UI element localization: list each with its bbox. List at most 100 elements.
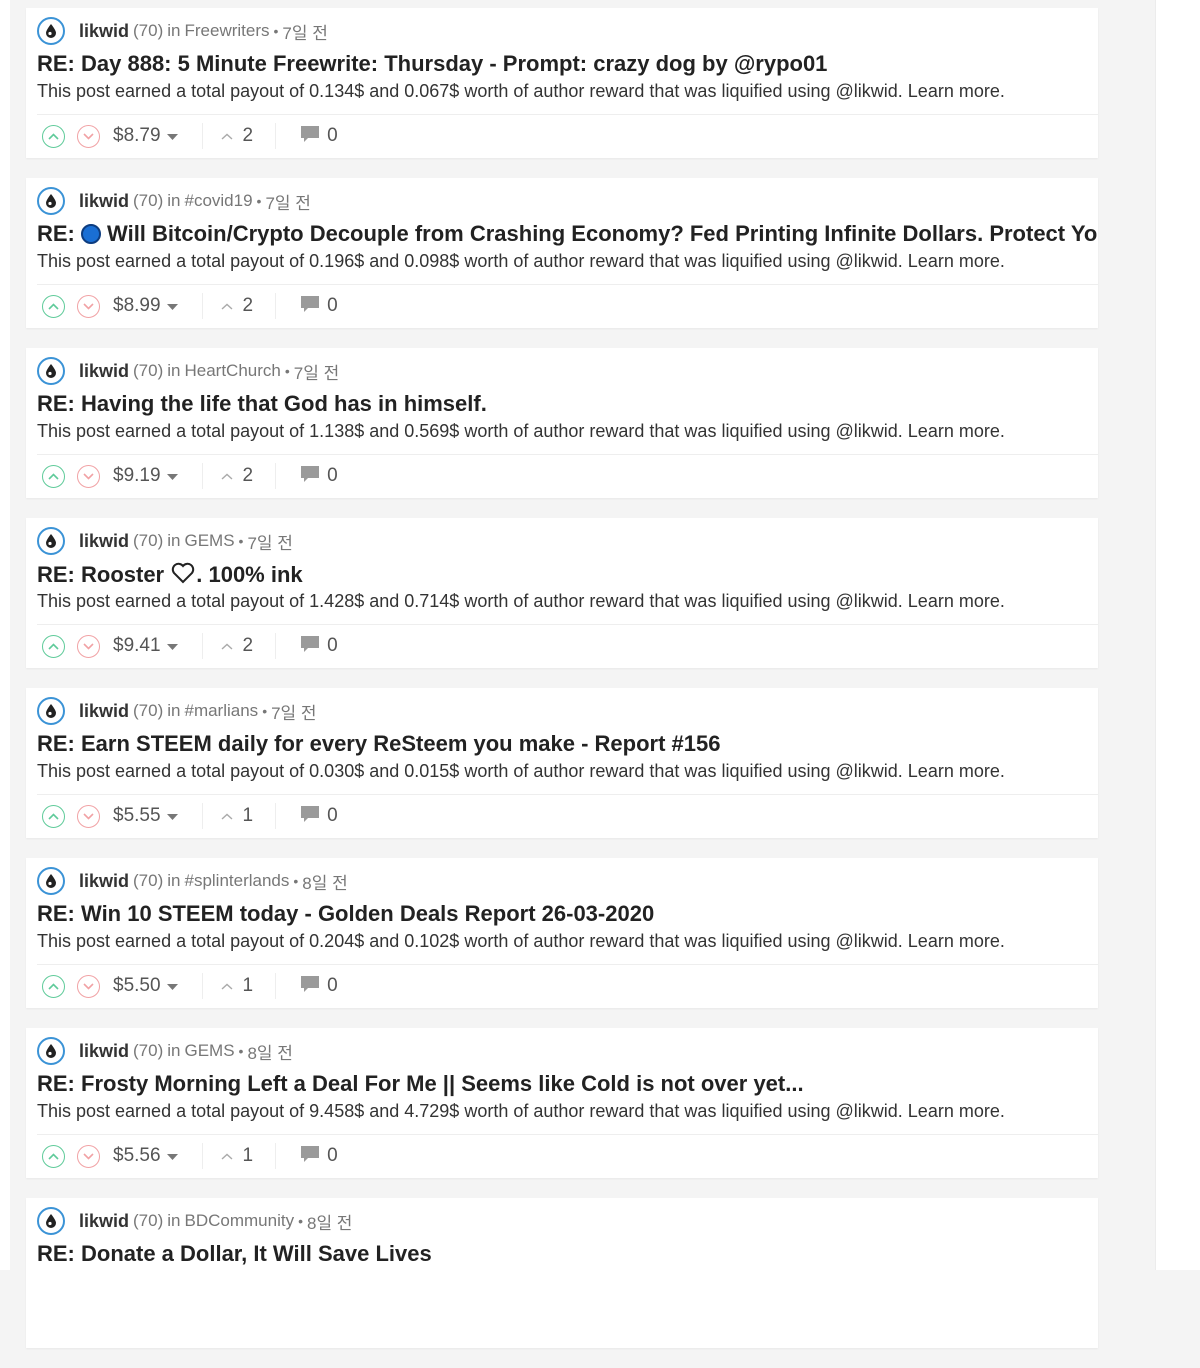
timestamp[interactable]: 7일 전	[282, 19, 327, 44]
community-link[interactable]: #splinterlands	[184, 871, 289, 891]
timestamp[interactable]: 7일 전	[247, 529, 292, 554]
community-link[interactable]: HeartChurch	[184, 361, 280, 381]
community-link[interactable]: BDCommunity	[184, 1211, 294, 1231]
timestamp[interactable]: 8일 전	[302, 869, 347, 894]
drop-logo-icon[interactable]	[37, 697, 65, 725]
payout-value[interactable]: $9.19	[113, 465, 161, 487]
community-link[interactable]: GEMS	[184, 1041, 234, 1061]
right-panel	[1155, 0, 1200, 1270]
community-link[interactable]: Freewriters	[184, 21, 269, 41]
comments-button[interactable]: 0	[300, 1145, 338, 1168]
voters-button[interactable]: 1	[221, 975, 253, 997]
post-title[interactable]: RE: Earn STEEM daily for every ReSteem y…	[37, 731, 720, 757]
post-title[interactable]: RE: Win 10 STEEM today - Golden Deals Re…	[37, 901, 654, 927]
chevron-up-circle-icon[interactable]	[42, 804, 65, 828]
chevron-up-circle-icon[interactable]	[42, 464, 65, 488]
timestamp[interactable]: 7일 전	[265, 189, 310, 214]
post-summary[interactable]: This post earned a total payout of 0.196…	[37, 251, 1005, 272]
payout-value[interactable]: $5.50	[113, 975, 161, 997]
footer-separator	[275, 803, 277, 829]
drop-logo-icon[interactable]	[37, 187, 65, 215]
timestamp[interactable]: 8일 전	[307, 1209, 352, 1234]
voters-button[interactable]: 2	[221, 635, 253, 657]
post-summary[interactable]: This post earned a total payout of 0.134…	[37, 81, 1005, 102]
community-link[interactable]: #covid19	[184, 191, 252, 211]
author-link[interactable]: likwid	[79, 361, 129, 382]
community-link[interactable]: GEMS	[184, 531, 234, 551]
post-summary[interactable]: This post earned a total payout of 1.138…	[37, 421, 1005, 442]
comments-button[interactable]: 0	[300, 295, 338, 318]
chevron-down-circle-icon[interactable]	[77, 1144, 100, 1168]
voters-button[interactable]: 1	[221, 805, 254, 827]
post-title[interactable]: RE: Having the life that God has in hims…	[37, 391, 487, 417]
drop-logo-icon[interactable]	[37, 357, 65, 385]
chevron-up-circle-icon[interactable]	[42, 294, 65, 318]
comments-button[interactable]: 0	[300, 805, 338, 828]
post-summary[interactable]: This post earned a total payout of 0.204…	[37, 931, 1005, 952]
drop-logo-icon[interactable]	[37, 527, 65, 555]
author-link[interactable]: likwid	[79, 531, 129, 552]
payout-value[interactable]: $8.79	[113, 125, 161, 147]
voters-button[interactable]: 2	[221, 125, 253, 147]
caret-down-icon[interactable]	[166, 467, 178, 485]
caret-down-icon[interactable]	[166, 127, 178, 145]
comments-button[interactable]: 0	[300, 465, 338, 488]
post-title[interactable]: RE: Day 888: 5 Minute Freewrite: Thursda…	[37, 51, 827, 77]
payout-value[interactable]: $5.55	[113, 805, 161, 827]
comments-button[interactable]: 0	[300, 975, 338, 998]
vote-count: 1	[242, 805, 254, 826]
comments-button[interactable]: 0	[300, 125, 338, 148]
caret-down-icon[interactable]	[166, 807, 178, 825]
timestamp[interactable]: 7일 전	[294, 359, 339, 384]
author-link[interactable]: likwid	[79, 1041, 129, 1062]
chevron-up-circle-icon[interactable]	[42, 634, 65, 658]
caret-down-icon[interactable]	[166, 977, 178, 995]
chevron-up-circle-icon[interactable]	[42, 974, 65, 998]
reputation: (70)	[133, 701, 164, 720]
comments-button[interactable]: 0	[300, 635, 338, 658]
author-link[interactable]: likwid	[79, 1211, 129, 1232]
author-link[interactable]: likwid	[79, 21, 129, 42]
post-card: likwid (70) in #covid19 • 7일 전 RE: Will …	[26, 178, 1098, 328]
vote-count: 2	[242, 465, 254, 486]
divider	[37, 794, 1098, 795]
chevron-up-icon	[221, 637, 233, 655]
caret-down-icon[interactable]	[166, 1147, 178, 1165]
drop-logo-icon[interactable]	[37, 17, 65, 45]
chevron-down-circle-icon[interactable]	[77, 124, 100, 148]
voters-button[interactable]: 2	[221, 465, 254, 487]
chevron-up-circle-icon[interactable]	[42, 124, 65, 148]
post-summary[interactable]: This post earned a total payout of 1.428…	[37, 591, 1005, 612]
caret-down-icon[interactable]	[166, 297, 178, 315]
voters-button[interactable]: 1	[221, 1145, 253, 1167]
chevron-down-circle-icon[interactable]	[77, 974, 100, 998]
post-header: likwid (70) in #marlians • 7일 전	[37, 696, 317, 726]
community-link[interactable]: #marlians	[184, 701, 258, 721]
chevron-down-circle-icon[interactable]	[77, 464, 100, 488]
chevron-down-circle-icon[interactable]	[77, 804, 100, 828]
post-title[interactable]: RE: Donate a Dollar, It Will Save Lives	[37, 1241, 432, 1267]
post-summary[interactable]: This post earned a total payout of 9.458…	[37, 1101, 1005, 1122]
chevron-up-circle-icon[interactable]	[42, 1144, 65, 1168]
drop-logo-icon[interactable]	[37, 1207, 65, 1235]
payout-value[interactable]: $5.56	[113, 1145, 161, 1167]
comment-bubble-icon	[300, 975, 320, 998]
author-link[interactable]: likwid	[79, 701, 129, 722]
post-title[interactable]: RE: Rooster . 100% ink	[37, 561, 303, 591]
author-link[interactable]: likwid	[79, 191, 129, 212]
timestamp[interactable]: 8일 전	[247, 1039, 292, 1064]
payout-value[interactable]: $8.99	[113, 295, 161, 317]
chevron-down-circle-icon[interactable]	[77, 294, 100, 318]
post-summary[interactable]: This post earned a total payout of 0.030…	[37, 761, 1005, 782]
caret-down-icon[interactable]	[166, 637, 178, 655]
separator: •	[262, 703, 268, 719]
chevron-down-circle-icon[interactable]	[77, 634, 100, 658]
drop-logo-icon[interactable]	[37, 867, 65, 895]
payout-value[interactable]: $9.41	[113, 635, 161, 657]
drop-logo-icon[interactable]	[37, 1037, 65, 1065]
post-title[interactable]: RE: Frosty Morning Left a Deal For Me ||…	[37, 1071, 804, 1097]
timestamp[interactable]: 7일 전	[271, 699, 316, 724]
post-title[interactable]: RE: Will Bitcoin/Crypto Decouple from Cr…	[37, 221, 1098, 247]
voters-button[interactable]: 2	[221, 295, 253, 317]
author-link[interactable]: likwid	[79, 871, 129, 892]
